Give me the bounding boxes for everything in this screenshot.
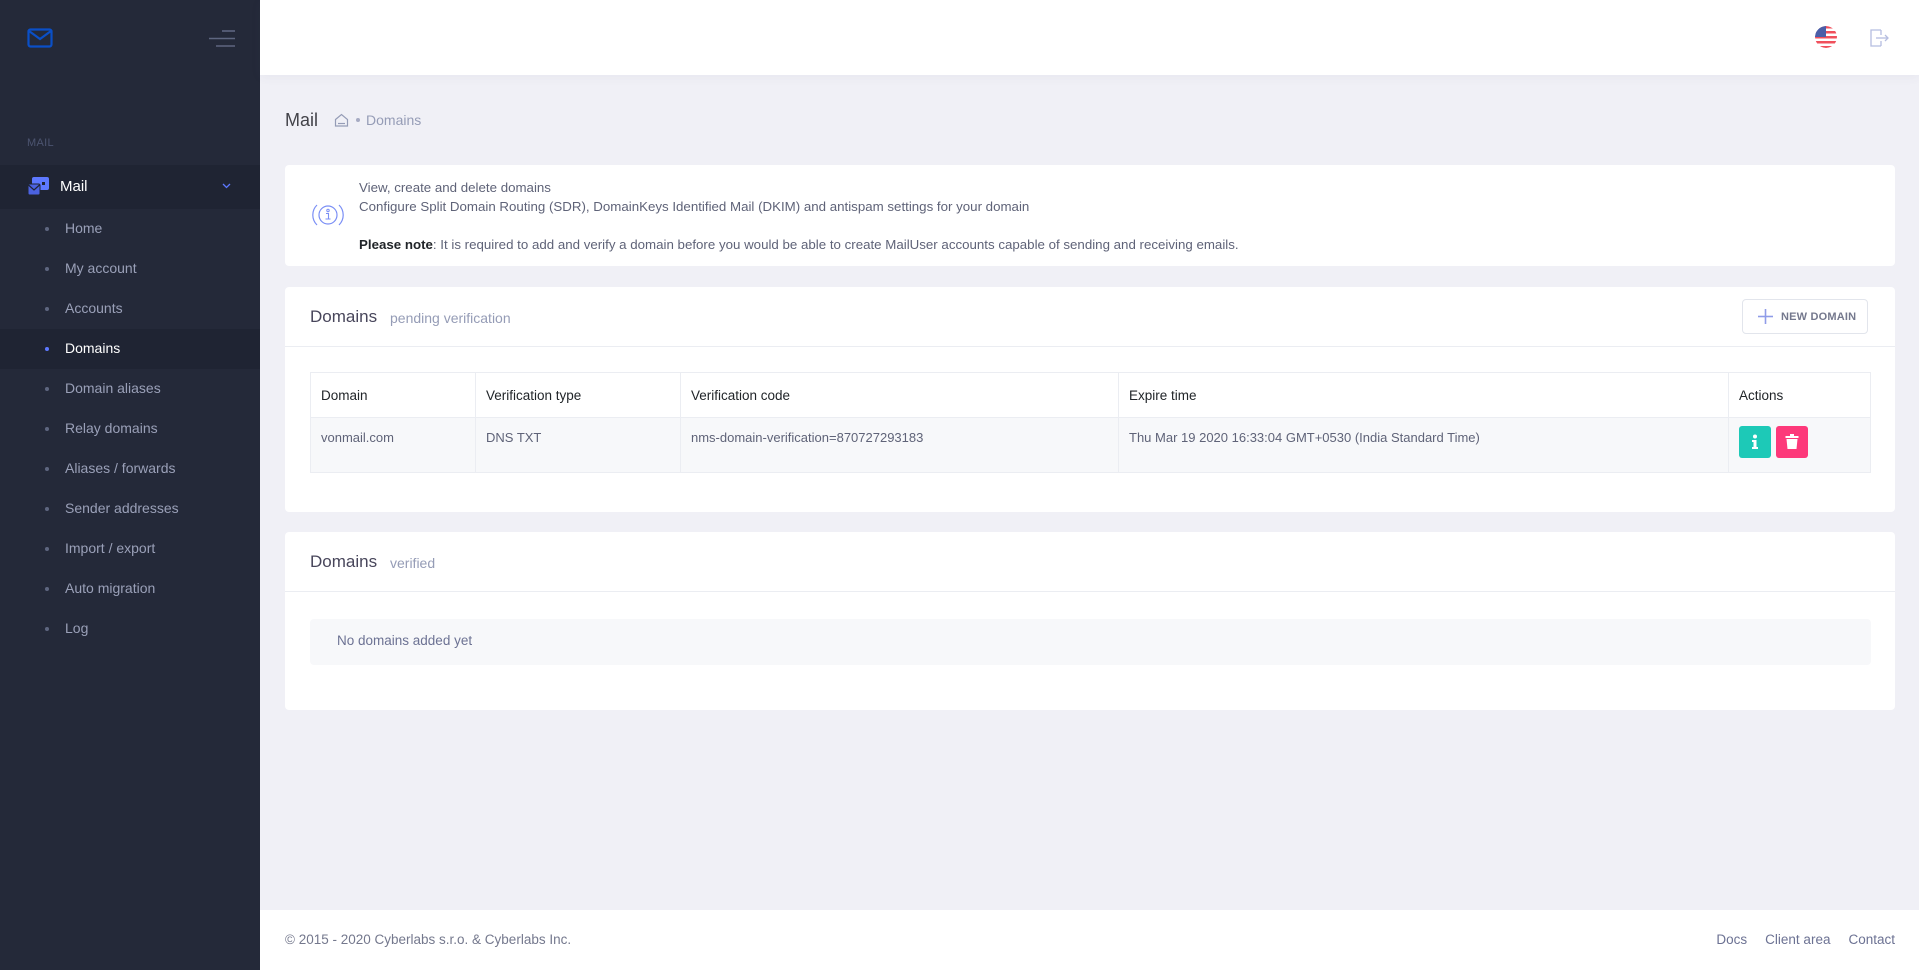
domain-delete-button[interactable] (1775, 426, 1808, 458)
bullet-icon (45, 547, 49, 551)
sidebar-brand (0, 0, 260, 75)
bullet-icon (45, 467, 49, 471)
column-header-domain: Domain (310, 372, 476, 418)
bullet-icon (45, 267, 49, 271)
info-line-1: View, create and delete domains (359, 180, 551, 195)
column-header-verification-type: Verification type (475, 372, 681, 418)
sidebar-item-domain-aliases[interactable]: Domain aliases (0, 369, 260, 409)
sidebar-item-label: Aliases / forwards (65, 460, 176, 476)
info-icon (312, 204, 344, 226)
logout-icon[interactable] (1868, 26, 1890, 48)
cell-verification-type: DNS TXT (475, 417, 681, 473)
home-icon[interactable] (334, 113, 349, 127)
info-text: View, create and delete domains Configur… (359, 178, 1239, 254)
bullet-icon (45, 587, 49, 591)
sidebar-item-accounts[interactable]: Accounts (0, 289, 260, 329)
sidebar-item-relay-domains[interactable]: Relay domains (0, 409, 260, 449)
page-title: Mail (285, 109, 319, 130)
mail-stack-icon (28, 177, 49, 196)
new-domain-label: NEW DOMAIN (1781, 310, 1857, 323)
sidebar-item-label: Domain aliases (65, 380, 161, 396)
empty-state: No domains added yet (310, 619, 1871, 665)
column-header-verification-code: Verification code (680, 372, 1119, 418)
card-subtitle: verified (390, 555, 436, 571)
info-note-label: Please note (359, 237, 433, 252)
top-header (260, 0, 1919, 75)
footer-link-docs[interactable]: Docs (1716, 932, 1747, 947)
hamburger-icon[interactable] (209, 29, 236, 49)
footer: © 2015 - 2020 Cyberlabs s.r.o. & Cyberla… (260, 910, 1919, 970)
card-title: Domains (310, 307, 378, 326)
table-row: vonmail.com DNS TXT nms-domain-verificat… (310, 417, 1871, 473)
domain-info-button[interactable] (1739, 426, 1771, 458)
empty-state-text: No domains added yet (337, 633, 473, 648)
us-flag-icon[interactable] (1815, 26, 1837, 48)
pending-domains-card: Domains pending verification NEW DOMAIN … (285, 287, 1895, 512)
sidebar-item-label: Log (65, 620, 89, 636)
info-line-2: Configure Split Domain Routing (SDR), Do… (359, 199, 1030, 214)
card-header: Domains verified (285, 532, 1895, 592)
sidebar-item-sender-addresses[interactable]: Sender addresses (0, 489, 260, 529)
table-header-row: Domain Verification type Verification co… (310, 372, 1871, 418)
subheader: Mail Domains (285, 108, 421, 132)
bullet-icon (45, 627, 49, 631)
sidebar-item-log[interactable]: Log (0, 609, 260, 649)
footer-link-client-area[interactable]: Client area (1765, 932, 1830, 947)
verified-domains-card: Domains verified No domains added yet (285, 532, 1895, 710)
bullet-icon (45, 387, 49, 391)
column-header-expire-time: Expire time (1118, 372, 1729, 418)
footer-links: Docs Client area Contact (1716, 932, 1895, 947)
bullet-icon (45, 347, 49, 351)
sidebar-item-label: Accounts (65, 300, 123, 316)
bullet-icon (45, 307, 49, 311)
trash-icon (1785, 434, 1799, 449)
sidebar: MAIL Mail Home My account Accounts Domai… (0, 0, 260, 970)
bullet-icon (45, 427, 49, 431)
card-title: Domains (310, 552, 378, 571)
chevron-down-icon (222, 183, 231, 189)
breadcrumb-domains[interactable]: Domains (366, 112, 421, 128)
card-subtitle: pending verification (390, 310, 511, 326)
plus-icon (1758, 309, 1773, 324)
info-note: Please note: It is required to add and v… (359, 235, 1239, 254)
bullet-icon (45, 507, 49, 511)
cell-verification-code: nms-domain-verification=870727293183 (680, 417, 1119, 473)
pending-domains-table: Domain Verification type Verification co… (310, 372, 1871, 473)
envelope-icon[interactable] (27, 28, 53, 48)
info-card: View, create and delete domains Configur… (285, 165, 1895, 266)
sidebar-section-label: MAIL (27, 137, 54, 149)
column-header-actions: Actions (1728, 372, 1871, 418)
info-note-text: : It is required to add and verify a dom… (432, 237, 1239, 252)
info-icon (1752, 434, 1758, 449)
sidebar-item-label: Auto migration (65, 580, 156, 596)
breadcrumb-separator (356, 118, 361, 122)
copyright: © 2015 - 2020 Cyberlabs s.r.o. & Cyberla… (285, 932, 572, 947)
sidebar-item-mail[interactable]: Mail (0, 165, 260, 209)
sidebar-item-label: Relay domains (65, 420, 158, 436)
cell-expire-time: Thu Mar 19 2020 16:33:04 GMT+0530 (India… (1118, 417, 1729, 473)
card-header: Domains pending verification NEW DOMAIN (285, 287, 1895, 347)
sidebar-item-label: Import / export (65, 540, 156, 556)
sidebar-item-label: Mail (60, 178, 88, 195)
sidebar-item-import-export[interactable]: Import / export (0, 529, 260, 569)
sidebar-item-domains[interactable]: Domains (0, 329, 260, 369)
sidebar-submenu: Home My account Accounts Domains Domain … (0, 209, 260, 649)
sidebar-item-home[interactable]: Home (0, 209, 260, 249)
sidebar-item-label: Home (65, 220, 103, 236)
sidebar-item-label: Sender addresses (65, 500, 179, 516)
new-domain-button[interactable]: NEW DOMAIN (1742, 299, 1868, 334)
cell-domain: vonmail.com (310, 417, 476, 473)
sidebar-item-auto-migration[interactable]: Auto migration (0, 569, 260, 609)
sidebar-item-aliases-forwards[interactable]: Aliases / forwards (0, 449, 260, 489)
bullet-icon (45, 227, 49, 231)
sidebar-item-my-account[interactable]: My account (0, 249, 260, 289)
cell-actions (1728, 417, 1871, 473)
footer-link-contact[interactable]: Contact (1848, 932, 1895, 947)
sidebar-item-label: My account (65, 260, 137, 276)
sidebar-item-label: Domains (65, 340, 121, 356)
